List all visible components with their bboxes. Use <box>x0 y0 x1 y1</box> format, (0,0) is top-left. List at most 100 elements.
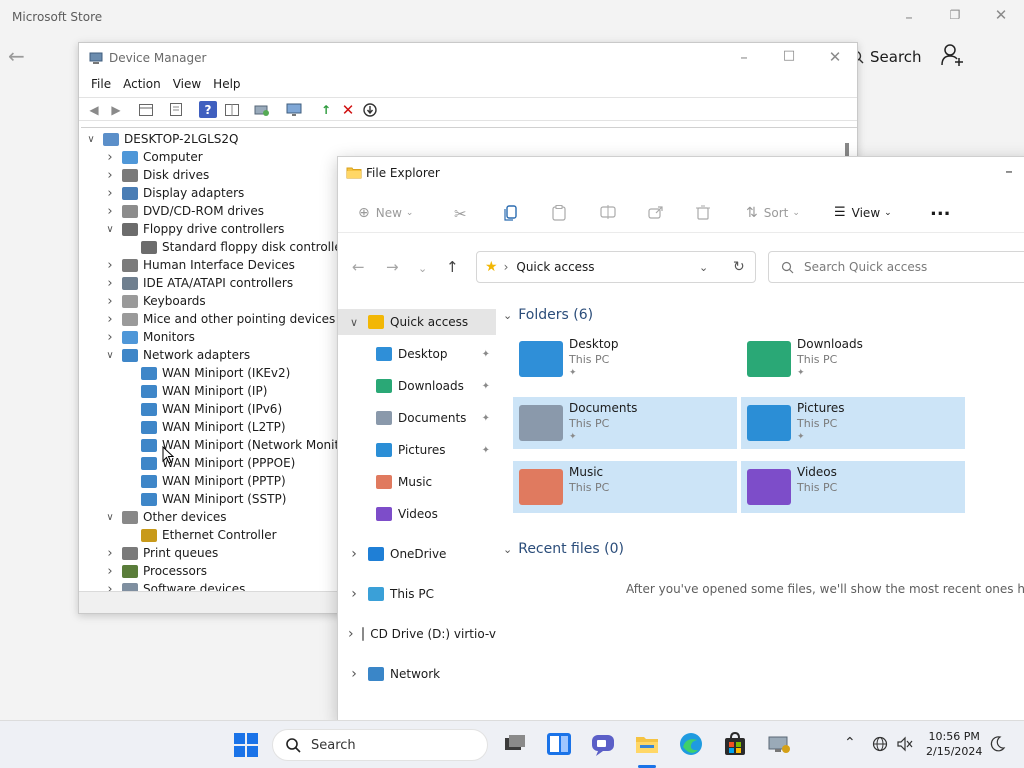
device-tree-item[interactable]: › Disk drives <box>104 166 209 184</box>
back-arrow-icon[interactable]: ← <box>352 258 365 276</box>
device-manager-taskbar-icon[interactable] <box>766 731 792 757</box>
device-tree-item[interactable]: ∨ Other devices <box>104 508 226 526</box>
device-tree-item[interactable]: ∨ Network adapters <box>104 346 250 364</box>
nav-item[interactable]: Videos <box>338 501 496 527</box>
delete-icon[interactable] <box>696 205 710 220</box>
folder-tile[interactable]: Videos This PC <box>741 461 965 513</box>
dm-minimize-button[interactable]: – <box>729 48 759 66</box>
show-hidden-icons-chevron-icon[interactable]: ⌃ <box>844 735 856 751</box>
chevron-down-icon[interactable]: ∨ <box>104 224 116 235</box>
device-tree-item[interactable]: › Mice and other pointing devices <box>104 310 335 328</box>
store-minimize-button[interactable]: – <box>894 8 924 26</box>
chevron-right-icon[interactable]: › <box>348 586 360 602</box>
paste-icon[interactable] <box>552 205 566 221</box>
chevron-down-icon[interactable]: ∨ <box>348 316 360 329</box>
recent-section-header[interactable]: ⌄ Recent files (0) <box>503 541 624 557</box>
device-tree-item[interactable]: WAN Miniport (IKEv2) <box>123 364 290 382</box>
chevron-right-icon[interactable]: › <box>104 546 116 561</box>
taskbar-search-box[interactable]: Search <box>272 729 488 761</box>
address-bar[interactable]: ★ › Quick access ⌄ ↻ <box>476 251 756 283</box>
user-add-icon[interactable] <box>940 43 964 67</box>
globe-icon[interactable] <box>872 736 888 752</box>
menu-file[interactable]: File <box>85 73 117 95</box>
device-tree-item[interactable]: ∨ DESKTOP-2LGLS2Q <box>85 130 238 148</box>
device-tree-item[interactable]: WAN Miniport (PPPOE) <box>123 454 295 472</box>
menu-action[interactable]: Action <box>117 73 167 95</box>
file-explorer-titlebar[interactable]: File Explorer – <box>338 157 1024 189</box>
device-tree-item[interactable]: › Keyboards <box>104 292 205 310</box>
nav-item[interactable]: › Network <box>338 661 496 687</box>
nav-item[interactable]: Documents ✦ <box>338 405 496 431</box>
edge-browser-icon[interactable] <box>678 731 704 757</box>
see-more-button[interactable]: ... <box>930 199 951 220</box>
folder-tile[interactable]: Desktop This PC ✦ <box>513 333 737 385</box>
device-tree-item[interactable]: WAN Miniport (L2TP) <box>123 418 286 436</box>
folder-tile[interactable]: Pictures This PC ✦ <box>741 397 965 449</box>
chevron-right-icon[interactable]: › <box>104 186 116 201</box>
chevron-down-icon[interactable]: ∨ <box>104 350 116 361</box>
computer-monitor-icon[interactable] <box>285 101 303 118</box>
device-tree-item[interactable]: WAN Miniport (IPv6) <box>123 400 282 418</box>
folder-tile[interactable]: Documents This PC ✦ <box>513 397 737 449</box>
device-tree-item[interactable]: › IDE ATA/ATAPI controllers <box>104 274 293 292</box>
properties-page-icon[interactable] <box>167 101 185 118</box>
forward-arrow-icon[interactable]: → <box>386 258 399 276</box>
dm-scrollbar-thumb[interactable] <box>845 143 849 157</box>
address-dropdown-icon[interactable]: ⌄ <box>699 261 708 274</box>
device-tree-item[interactable]: › Human Interface Devices <box>104 256 295 274</box>
copy-icon[interactable] <box>504 205 518 221</box>
refresh-icon[interactable]: ↻ <box>733 259 745 275</box>
nav-item[interactable]: Music <box>338 469 496 495</box>
chevron-right-icon[interactable]: › <box>104 204 116 219</box>
chevron-right-icon[interactable]: › <box>104 582 116 592</box>
view-button[interactable]: ☰ View ⌄ <box>834 205 892 220</box>
device-tree-item[interactable]: ∨ Floppy drive controllers <box>104 220 284 238</box>
dm-maximize-button[interactable]: □ <box>774 48 804 63</box>
nav-item[interactable]: › CD Drive (D:) virtio-v <box>338 621 496 647</box>
folder-tile[interactable]: Downloads This PC ✦ <box>741 333 965 385</box>
device-tree-item[interactable]: WAN Miniport (IP) <box>123 382 267 400</box>
task-view-icon[interactable] <box>502 731 528 757</box>
chevron-down-icon[interactable]: ∨ <box>85 134 97 145</box>
nav-item[interactable]: ∨ Quick access <box>338 309 496 335</box>
device-tree-item[interactable]: › DVD/CD-ROM drives <box>104 202 264 220</box>
uninstall-device-icon[interactable]: ✕ <box>339 101 357 119</box>
chevron-right-icon[interactable]: › <box>104 276 116 291</box>
chevron-right-icon[interactable]: › <box>348 666 360 682</box>
menu-view[interactable]: View <box>167 73 207 95</box>
store-back-button[interactable]: ← <box>8 44 25 68</box>
nav-item[interactable]: Pictures ✦ <box>338 437 496 463</box>
folders-section-header[interactable]: ⌄ Folders (6) <box>503 307 593 323</box>
chevron-right-icon[interactable]: › <box>104 330 116 345</box>
nav-item[interactable]: Downloads ✦ <box>338 373 496 399</box>
chevron-right-icon[interactable]: › <box>104 312 116 327</box>
nav-item[interactable]: › OneDrive <box>338 541 496 567</box>
system-clock[interactable]: 10:56 PM 2/15/2024 <box>926 729 982 759</box>
store-restore-button[interactable]: ❐ <box>940 8 970 22</box>
chevron-down-icon[interactable]: ∨ <box>104 512 116 523</box>
device-tree-item[interactable]: › Software devices <box>104 580 245 591</box>
help-icon[interactable]: ? <box>199 101 217 118</box>
chevron-right-icon[interactable]: › <box>104 258 116 273</box>
back-arrow-icon[interactable]: ◀ <box>85 101 103 118</box>
nav-item[interactable]: › This PC <box>338 581 496 607</box>
sort-button[interactable]: ⇅ Sort ⌄ <box>746 205 800 221</box>
chevron-right-icon[interactable]: › <box>104 294 116 309</box>
forward-arrow-icon[interactable]: ▶ <box>107 101 125 118</box>
device-tree-item[interactable]: Ethernet Controller <box>123 526 277 544</box>
recent-locations-chevron-icon[interactable]: ⌄ <box>418 262 427 275</box>
dm-close-button[interactable]: ✕ <box>820 48 850 66</box>
store-close-button[interactable]: ✕ <box>986 6 1016 24</box>
menu-help[interactable]: Help <box>207 73 246 95</box>
cut-icon[interactable]: ✂ <box>454 205 467 223</box>
notification-moon-icon[interactable] <box>988 735 1006 753</box>
device-tree-item[interactable]: › Display adapters <box>104 184 244 202</box>
update-driver-icon[interactable]: ↑ <box>317 101 335 118</box>
nav-item[interactable]: Desktop ✦ <box>338 341 496 367</box>
chevron-right-icon[interactable]: › <box>348 626 354 642</box>
folder-tile[interactable]: Music This PC <box>513 461 737 513</box>
device-tree-item[interactable]: WAN Miniport (SSTP) <box>123 490 286 508</box>
device-tree-item[interactable]: › Print queues <box>104 544 218 562</box>
view-grid-icon[interactable] <box>223 101 241 118</box>
device-tree-item[interactable]: › Computer <box>104 148 202 166</box>
